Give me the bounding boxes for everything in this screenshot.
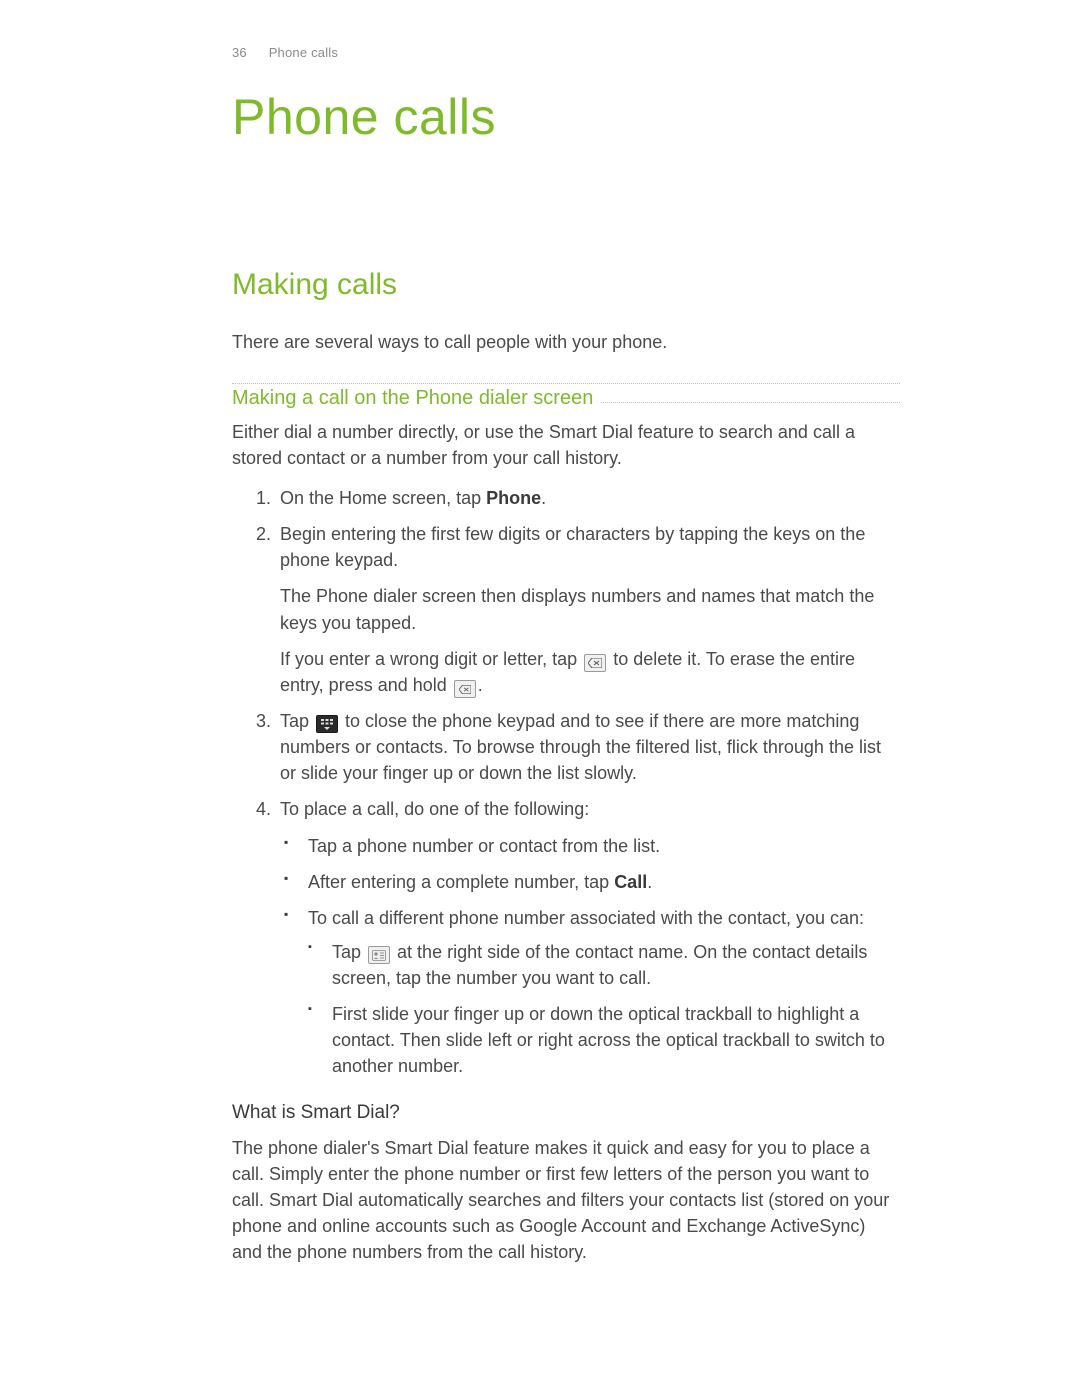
subsection-body: Either dial a number directly, or use th…: [232, 419, 900, 471]
backspace-icon: [584, 654, 606, 672]
step-4-b3-text: To call a different phone number associa…: [308, 908, 864, 928]
page-number: 36: [232, 45, 247, 60]
step-4-b3-i1: Tap at the right side of the contact nam…: [328, 939, 900, 991]
step-4-b3: To call a different phone number associa…: [304, 905, 900, 1080]
step-2-p3: If you enter a wrong digit or letter, ta…: [280, 646, 900, 699]
backspace-icon-small: [454, 680, 476, 698]
step-4-b3-i2: First slide your finger up or down the o…: [328, 1001, 900, 1079]
step-1-text-a: On the Home screen, tap: [280, 488, 486, 508]
step-2-p1: Begin entering the first few digits or c…: [280, 521, 900, 573]
step-3: Tap to close the phone keypad and to see…: [276, 708, 900, 786]
step-4-lead: To place a call, do one of the following…: [280, 796, 900, 822]
smart-dial-body: The phone dialer's Smart Dial feature ma…: [232, 1135, 900, 1265]
subsection-row: Making a call on the Phone dialer screen: [232, 402, 900, 403]
intro-paragraph: There are several ways to call people wi…: [232, 329, 900, 355]
running-section: Phone calls: [269, 45, 338, 60]
step-1-text-b: .: [541, 488, 546, 508]
document-page: 36 Phone calls Phone calls Making calls …: [0, 0, 1080, 1339]
steps-list: On the Home screen, tap Phone. Begin ent…: [232, 485, 900, 1079]
step-4: To place a call, do one of the following…: [276, 796, 900, 1079]
section-title: Making calls: [232, 263, 900, 307]
step-2-p3-c: .: [478, 675, 483, 695]
step-3-a: Tap: [280, 711, 314, 731]
keypad-close-icon: [316, 715, 338, 733]
contact-card-icon: [368, 946, 390, 964]
step-4-b1: Tap a phone number or contact from the l…: [304, 833, 900, 859]
step-4-b2-bold: Call: [614, 872, 647, 892]
step-4-bullets: Tap a phone number or contact from the l…: [280, 833, 900, 1080]
step-4-b2-a: After entering a complete number, tap: [308, 872, 614, 892]
step-1-bold: Phone: [486, 488, 541, 508]
chapter-title: Phone calls: [232, 81, 900, 154]
step-4-b3-sub: Tap at the right side of the contact nam…: [308, 939, 900, 1079]
subsection-title: Making a call on the Phone dialer screen: [232, 387, 601, 409]
step-3-b: to close the phone keypad and to see if …: [280, 711, 881, 783]
step-2-p2: The Phone dialer screen then displays nu…: [280, 583, 900, 635]
step-2: Begin entering the first few digits or c…: [276, 521, 900, 698]
step-4-b3-i1-b: at the right side of the contact name. O…: [332, 942, 867, 988]
step-4-b2-b: .: [647, 872, 652, 892]
step-2-p3-a: If you enter a wrong digit or letter, ta…: [280, 649, 582, 669]
step-4-b2: After entering a complete number, tap Ca…: [304, 869, 900, 895]
smart-dial-heading: What is Smart Dial?: [232, 1099, 900, 1127]
step-4-b3-i1-a: Tap: [332, 942, 366, 962]
running-header: 36 Phone calls: [232, 44, 900, 63]
step-1: On the Home screen, tap Phone.: [276, 485, 900, 511]
